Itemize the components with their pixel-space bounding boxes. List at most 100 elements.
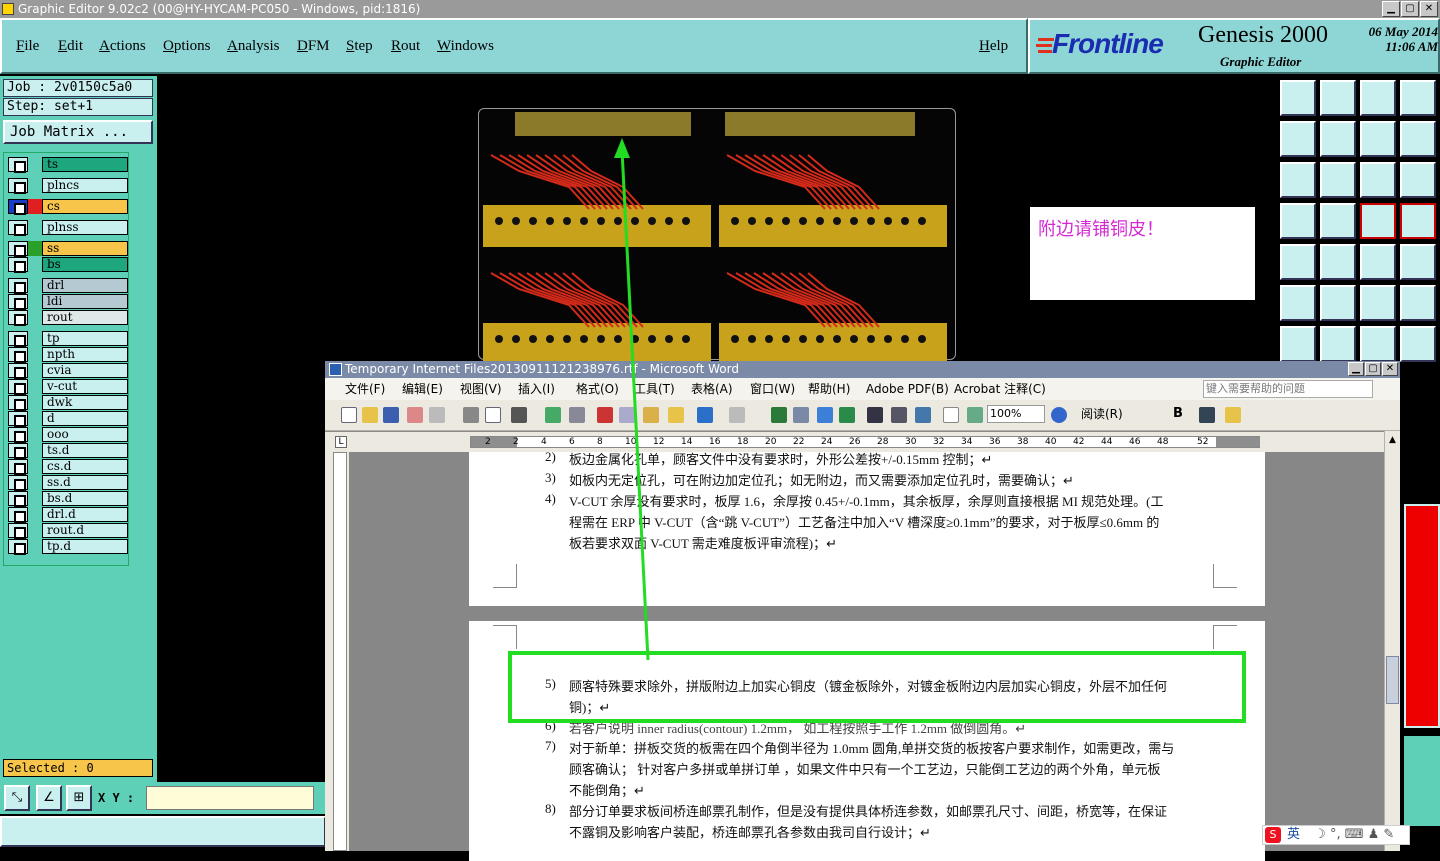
layer-checkbox[interactable] [8,199,28,215]
layer-checkbox[interactable] [8,427,28,443]
layer-name[interactable]: dwk [42,395,128,410]
new-doc-icon[interactable] [341,407,357,423]
layer-name[interactable]: ts.d [42,443,128,458]
layer-name[interactable]: v-cut [42,379,128,394]
layer-checkbox[interactable] [8,475,28,491]
slash-icon[interactable] [1320,326,1356,362]
line-icon[interactable] [1360,285,1396,321]
layer-row-npth[interactable]: npth [8,347,128,363]
layer-checkbox[interactable] [8,523,28,539]
layer-name[interactable]: bs [42,257,128,272]
layer-name[interactable]: plncs [42,178,128,193]
layer-name[interactable]: d [42,411,128,426]
layer-name[interactable]: npth [42,347,128,362]
layer-checkbox[interactable] [8,459,28,475]
help-icon[interactable] [1400,162,1436,198]
node-icon[interactable] [1280,285,1316,321]
tab-selector-icon[interactable]: L [335,436,347,448]
menu-step[interactable]: Step [346,38,373,55]
layer-checkbox[interactable] [8,347,28,363]
document-line[interactable]: 不能倒角；↵ [569,780,645,799]
snapshot-icon[interactable] [1280,244,1316,280]
cross-icon[interactable] [1320,285,1356,321]
layer-checkbox[interactable] [8,507,28,523]
center-icon[interactable] [1320,162,1356,198]
save-icon[interactable] [383,407,399,423]
document-line[interactable]: 顾客确认； 针对客户多拼或单拼订单 ，如果文件中只有一个工艺边，只能倒工艺边的两… [569,759,1161,778]
prev-icon[interactable] [1280,121,1316,157]
document-line[interactable]: 部分订单要求板间桥连邮票孔制作，但是没有提供具体桥连参数，如邮票孔尺寸、间距，桥… [569,801,1167,820]
layer-name[interactable]: bs.d [42,491,128,506]
layer-red2-icon[interactable] [1400,203,1436,239]
menu-windows[interactable]: Windows [437,38,494,55]
layer-name[interactable]: rout [42,310,128,325]
layer-row-ss.d[interactable]: ss.d [8,475,128,491]
angle-icon[interactable] [1280,326,1316,362]
drawing-icon[interactable] [891,407,907,423]
job-matrix-button[interactable]: Job Matrix ... [3,120,153,144]
word-restore-button[interactable]: ▢ [1365,362,1381,376]
rect-select-icon[interactable] [1320,244,1356,280]
ruler-icon[interactable] [1360,244,1396,280]
layer-row-cvia[interactable]: cvia [8,363,128,379]
menu-dfm[interactable]: DFM [297,38,330,55]
line2-icon[interactable] [1400,285,1436,321]
word-menu-adobe[interactable]: Adobe PDF(B) [866,378,949,400]
copy-icon[interactable] [619,407,635,423]
layer-row-ooo[interactable]: ooo [8,427,128,443]
layer-row-rout.d[interactable]: rout.d [8,523,128,539]
cut-icon[interactable] [597,407,613,423]
menu-file[interactable]: File [16,38,39,55]
window-icon[interactable] [1400,80,1436,116]
redo-icon[interactable] [729,407,745,423]
layer-row-cs.d[interactable]: cs.d [8,459,128,475]
trad-chinese-icon[interactable] [511,407,527,423]
layer-row-dwk[interactable]: dwk [8,395,128,411]
layer-row-tp.d[interactable]: tp.d [8,539,128,555]
word-menu-tools[interactable]: 工具(T) [634,378,675,400]
layer-row-drl[interactable]: drl [8,278,128,294]
undo-icon[interactable] [697,407,713,423]
grid-icon[interactable] [1320,203,1356,239]
layer-checkbox[interactable] [8,395,28,411]
layer-checkbox[interactable] [8,310,28,326]
insert-excel-icon[interactable] [839,407,855,423]
layer-checkbox[interactable] [8,411,28,427]
word-menu-view[interactable]: 视图(V) [460,378,502,400]
zoom-1to1-icon[interactable] [1360,162,1396,198]
pilcrow-icon[interactable] [967,407,983,423]
layer-name[interactable]: drl [42,278,128,293]
xy-input[interactable] [146,786,314,810]
menu-edit[interactable]: Edit [58,38,83,55]
zoom-select[interactable]: 100% [987,405,1045,423]
loop-icon[interactable] [1400,121,1436,157]
ime-tools-icon[interactable]: ☽ °, ⌨ ♟ ✎ [1314,827,1394,842]
tables-borders-icon[interactable] [793,407,809,423]
layer-name[interactable]: ldi [42,294,128,309]
layer-row-d[interactable]: d [8,411,128,427]
layer-row-ldi[interactable]: ldi [8,294,128,310]
scroll-thumb[interactable] [1386,656,1399,704]
redo-icon[interactable] [1360,121,1396,157]
word-minimize-button[interactable]: ▁ [1348,362,1364,376]
layer-checkbox[interactable] [8,379,28,395]
layer-name[interactable]: tp.d [42,539,128,554]
paste-icon[interactable] [643,407,659,423]
columns-icon[interactable] [867,407,883,423]
layer-row-ts[interactable]: ts [8,157,128,173]
help-search-input[interactable]: 键入需要帮助的问题 [1203,380,1373,398]
layer-row-rout[interactable]: rout [8,310,128,326]
layer-row-tp[interactable]: tp [8,331,128,347]
word-help-icon[interactable] [1051,407,1067,423]
layer-row-bs[interactable]: bs [8,257,128,273]
menu-options[interactable]: Options [163,38,211,55]
insert-table-icon[interactable] [817,407,833,423]
layer-checkbox[interactable] [8,157,28,173]
word-menu-edit[interactable]: 编辑(E) [402,378,443,400]
word-menu-insert[interactable]: 插入(I) [518,378,555,400]
layer-checkbox[interactable] [8,278,28,294]
minimize-button[interactable]: ▁ [1382,1,1400,17]
paste-icon[interactable] [1320,80,1356,116]
format-painter-icon[interactable] [668,407,684,423]
word-menu-file[interactable]: 文件(F) [345,378,385,400]
